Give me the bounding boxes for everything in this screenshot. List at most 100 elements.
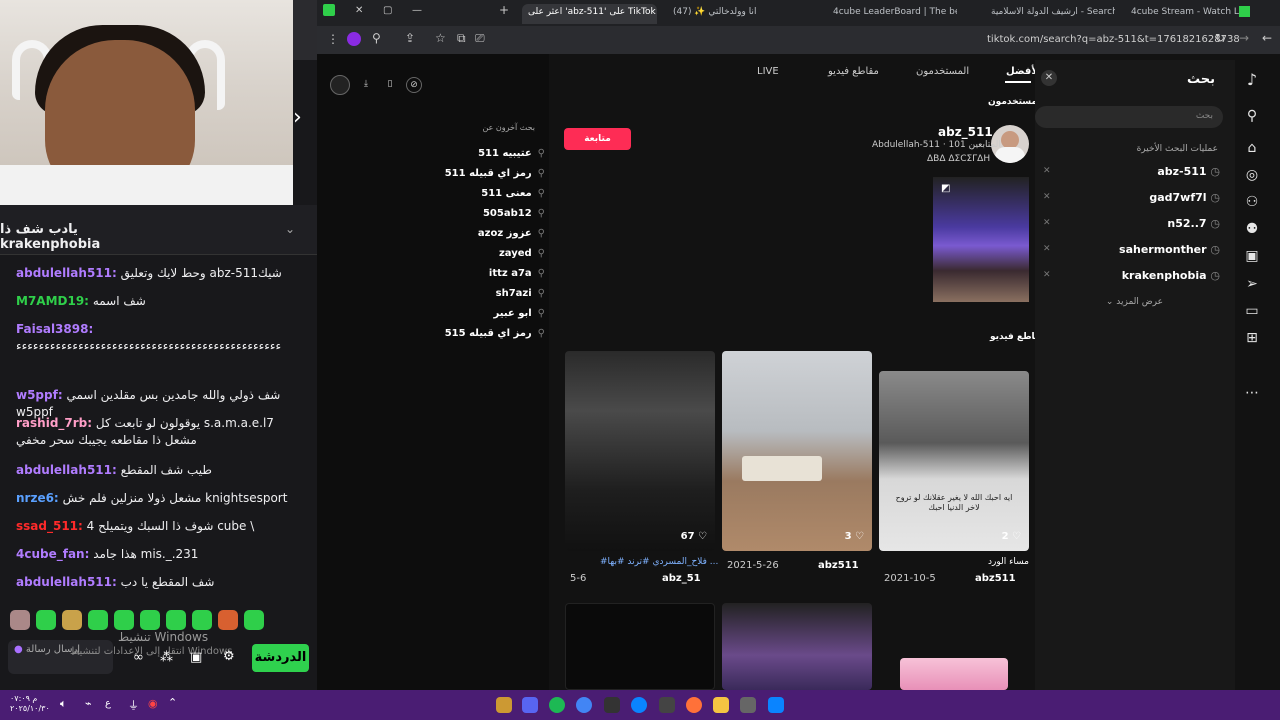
- emote[interactable]: [36, 610, 56, 630]
- remove-icon[interactable]: ✕: [1043, 270, 1051, 280]
- chevron-down-icon[interactable]: ⌄: [285, 222, 295, 236]
- video-card[interactable]: 67 ♡: [565, 351, 715, 551]
- emote[interactable]: [62, 610, 82, 630]
- related-search-item[interactable]: ittz a7a ⚲: [489, 268, 545, 279]
- related-search-item[interactable]: azoz عزوز ⚲: [478, 228, 545, 239]
- explore-icon[interactable]: ◎: [1243, 167, 1261, 185]
- live-icon[interactable]: ▣: [1243, 248, 1261, 266]
- video-description[interactable]: #فلاح_المسردي #ترند #بها ...: [600, 557, 718, 567]
- tab-icon[interactable]: [323, 4, 335, 16]
- volume-icon[interactable]: 🔈︎: [60, 697, 67, 711]
- related-search-item[interactable]: 511 معنى ⚲: [481, 188, 545, 199]
- tiktok-logo-icon[interactable]: ♪: [1243, 70, 1261, 89]
- app-icon[interactable]: [496, 697, 512, 713]
- reload-icon[interactable]: ↻: [1215, 31, 1225, 45]
- windows-start-icon[interactable]: [768, 697, 784, 713]
- star-icon[interactable]: ☆: [435, 31, 446, 45]
- edge-icon[interactable]: [631, 697, 647, 713]
- related-search-item[interactable]: 511 عتيبيه ⚲: [478, 148, 545, 159]
- forward-icon[interactable]: →: [1239, 31, 1249, 45]
- follow-button[interactable]: متابعة: [564, 128, 631, 150]
- emote-picker-icon[interactable]: ∞: [133, 650, 144, 665]
- back-icon[interactable]: ←: [1262, 31, 1272, 45]
- url-field[interactable]: tiktok.com/search?q=abz-511&t=1761821628…: [987, 34, 1240, 45]
- video-author[interactable]: abz_51: [662, 573, 701, 584]
- recent-search-item[interactable]: gad7wf7l ◷: [1149, 191, 1220, 204]
- related-search-item[interactable]: zayed ⚲: [499, 248, 545, 259]
- inbox-icon[interactable]: ▭: [1243, 303, 1261, 321]
- tab-stream[interactable]: 4cube Stream - Watch Live on: [1125, 4, 1250, 24]
- video-card[interactable]: 3 ♡: [722, 351, 872, 551]
- emote[interactable]: [10, 610, 30, 630]
- spotify-icon[interactable]: [549, 697, 565, 713]
- video-card[interactable]: [900, 658, 1008, 690]
- app-icon[interactable]: [604, 697, 620, 713]
- video-author[interactable]: abz511: [818, 560, 859, 571]
- discord-icon[interactable]: [522, 697, 538, 713]
- more-icon[interactable]: ⋯: [1243, 385, 1261, 403]
- window-maximize-icon[interactable]: ▢: [383, 5, 392, 16]
- app-icon[interactable]: [659, 697, 675, 713]
- emote[interactable]: [244, 610, 264, 630]
- user-name[interactable]: abz_511: [938, 125, 993, 139]
- cast-icon[interactable]: ⎚: [475, 31, 485, 46]
- tab-videos[interactable]: مقاطع فيديو: [828, 66, 879, 77]
- chrome-icon[interactable]: [576, 697, 592, 713]
- emote[interactable]: [88, 610, 108, 630]
- gear-icon[interactable]: ⚙: [223, 649, 235, 664]
- chat-send-button[interactable]: الدردشة: [252, 644, 309, 672]
- pinned-message[interactable]: يادب شف ذا krakenphobia ⌄: [0, 205, 317, 255]
- recent-search-item[interactable]: krakenphobia ◷: [1122, 269, 1220, 282]
- language-indicator[interactable]: ع: [105, 698, 111, 709]
- download-icon[interactable]: ⤓: [358, 77, 374, 93]
- upload-icon[interactable]: ⊞: [1243, 330, 1261, 348]
- related-search-item[interactable]: 515 رمز اي قبيله ⚲: [445, 328, 545, 339]
- video-card[interactable]: ايه احبك الله لا يغير عقلانك لو تروح لاخ…: [879, 371, 1029, 551]
- remove-icon[interactable]: ✕: [1043, 192, 1051, 202]
- video-card[interactable]: [722, 603, 872, 690]
- friends-icon[interactable]: ⚉: [1243, 221, 1261, 239]
- translate-icon[interactable]: ⧉: [457, 31, 466, 46]
- video-description[interactable]: مساء الورد: [988, 557, 1029, 567]
- points-icon[interactable]: ⁂: [160, 650, 173, 665]
- emote[interactable]: [192, 610, 212, 630]
- app-icon[interactable]: [740, 697, 756, 713]
- home-icon[interactable]: ⌂: [1243, 140, 1261, 158]
- recent-search-item[interactable]: n52..7 ◷: [1167, 217, 1220, 230]
- window-close-icon[interactable]: ✕: [355, 5, 363, 16]
- settings-icon[interactable]: ⊘: [406, 77, 422, 93]
- recording-icon[interactable]: ◉: [148, 697, 158, 710]
- recent-search-item[interactable]: sahermonther ◷: [1119, 243, 1220, 256]
- extensions-icon[interactable]: ⚲: [372, 31, 381, 45]
- device-icon[interactable]: ▯: [382, 77, 398, 93]
- emote[interactable]: [114, 610, 134, 630]
- close-icon[interactable]: ✕: [1041, 70, 1057, 86]
- tray-chevron-icon[interactable]: ⌃: [168, 696, 177, 709]
- profile-icon[interactable]: [347, 32, 361, 46]
- store-icon[interactable]: ▣: [190, 650, 202, 665]
- remove-icon[interactable]: ✕: [1043, 244, 1051, 254]
- remove-icon[interactable]: ✕: [1043, 166, 1051, 176]
- remove-icon[interactable]: ✕: [1043, 218, 1051, 228]
- user-post-thumbnail[interactable]: ◩: [933, 177, 1029, 302]
- chevron-right-icon[interactable]: ›: [293, 105, 302, 130]
- tab-leaderboard[interactable]: 4cube LeaderBoard | The best: [827, 4, 957, 24]
- tab-youtube[interactable]: انا وولدخالتي ✨ (47): [667, 4, 817, 24]
- tab-tiktok[interactable]: اعثر على 'abz-511' على TikTok: [522, 4, 657, 24]
- new-tab-icon[interactable]: +: [499, 3, 509, 17]
- tab-search[interactable]: ارشيف الدولة الاسلامية - Search: [985, 4, 1115, 24]
- tab-users[interactable]: المستخدمون: [916, 66, 969, 77]
- taskbar-clock[interactable]: م ٠٧:٠٩ ٢٠٢٥/١٠/٣٠: [10, 694, 50, 714]
- related-search-item[interactable]: ابو عبير ⚲: [494, 308, 545, 319]
- emote[interactable]: [166, 610, 186, 630]
- emote[interactable]: [218, 610, 238, 630]
- kick-icon[interactable]: [1239, 6, 1250, 17]
- related-search-item[interactable]: sh7azi ⚲: [496, 288, 545, 299]
- following-icon[interactable]: ⚇: [1243, 194, 1261, 212]
- related-search-item[interactable]: 511 رمز اي قبيله ⚲: [445, 168, 545, 179]
- show-more-link[interactable]: ⌄ عرض المزيد: [1106, 297, 1163, 307]
- messages-icon[interactable]: ➢: [1243, 276, 1261, 294]
- record-icon[interactable]: [330, 75, 350, 95]
- share-icon[interactable]: ⇪: [405, 31, 415, 45]
- mic-icon[interactable]: ⏚: [128, 697, 139, 713]
